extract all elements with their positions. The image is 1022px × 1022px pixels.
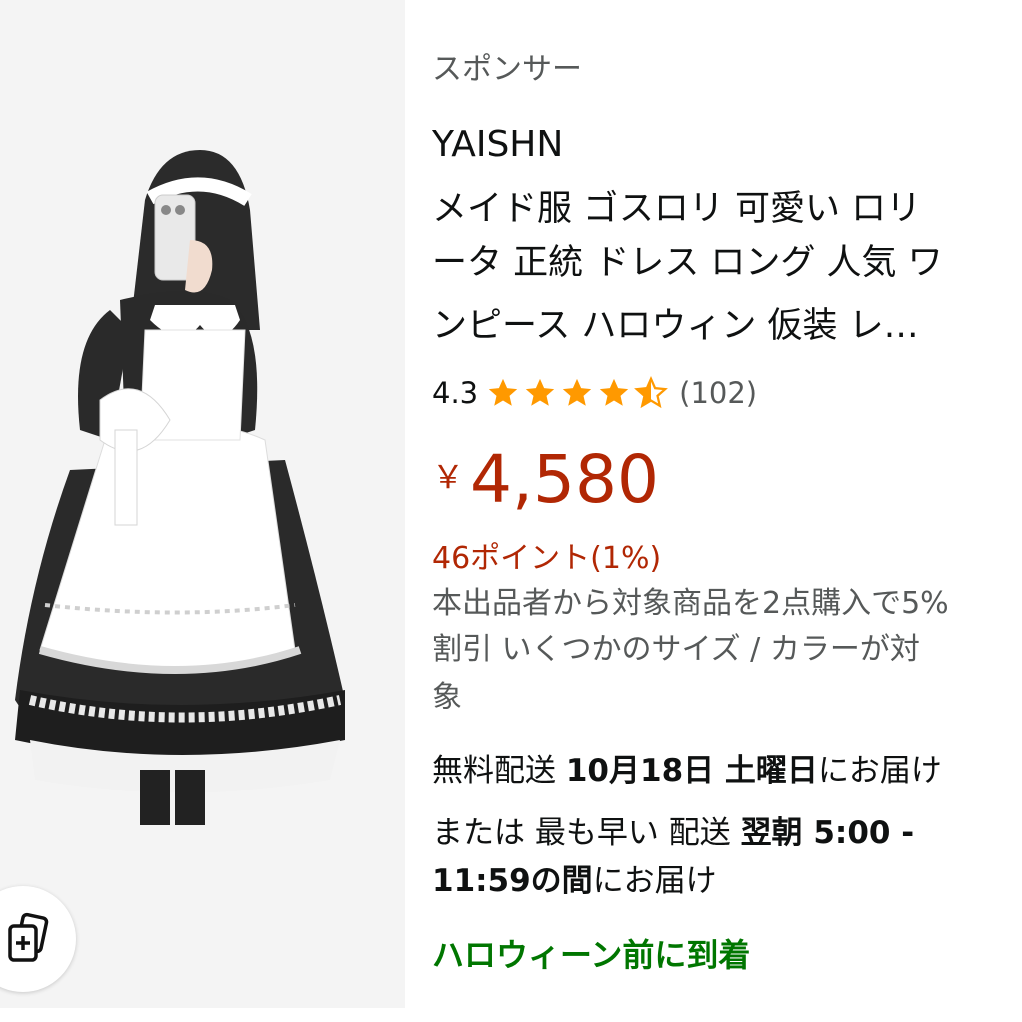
- delivery-line-1: 無料配送 10月18日 土曜日にお届け: [432, 748, 942, 794]
- review-count[interactable]: (102): [679, 376, 757, 410]
- product-title-line-3[interactable]: ンピース ハロウィン 仮装 レ…: [432, 305, 919, 347]
- price-currency: ￥: [432, 458, 465, 496]
- rating-row[interactable]: 4.3 (102): [432, 372, 757, 414]
- star-full-icon: [562, 378, 592, 406]
- star-half-icon: [634, 376, 669, 409]
- product-title-line-1[interactable]: メイド服 ゴスロリ 可愛い ロリ: [432, 188, 921, 230]
- product-title-line-2[interactable]: ータ 正統 ドレス ロング 人気 ワ: [432, 242, 943, 284]
- add-to-compare-icon: [8, 912, 49, 962]
- star-full-icon: [525, 378, 555, 406]
- delivery-line-2: または 最も早い 配送 翌朝 5:00 -: [432, 810, 914, 856]
- fastest-delivery-time: 翌朝 5:00 -: [740, 815, 915, 851]
- rating-value: 4.3: [432, 376, 479, 410]
- product-image[interactable]: [0, 0, 405, 1008]
- brand-name[interactable]: YAISHN: [432, 124, 563, 165]
- sponsored-label: スポンサー: [432, 52, 582, 87]
- fastest-delivery-prefix: または 最も早い 配送: [432, 815, 741, 851]
- promo-line-2[interactable]: 割引 いくつかのサイズ / カラーが対: [432, 628, 920, 672]
- price: ￥ 4,580: [432, 444, 659, 516]
- product-info[interactable]: スポンサー YAISHN メイド服 ゴスロリ 可愛い ロリ ータ 正統 ドレス …: [432, 0, 1022, 1022]
- promo-line-1[interactable]: 本出品者から対象商品を2点購入で5%: [432, 582, 949, 626]
- delivery-date: 10月18日 土曜日: [565, 753, 818, 789]
- star-full-icon: [488, 378, 518, 406]
- product-image-panel[interactable]: [0, 0, 405, 1008]
- fastest-delivery-window: 11:59の間: [432, 863, 593, 899]
- promo-line-3[interactable]: 象: [432, 676, 462, 720]
- fastest-delivery-suffix: にお届け: [592, 863, 717, 899]
- rating-stars: [486, 376, 671, 410]
- points-label: 46ポイント(1%): [432, 541, 662, 576]
- star-full-icon: [599, 378, 629, 406]
- delivery-suffix: にお届け: [817, 753, 942, 789]
- delivery-free-shipping: 無料配送: [432, 753, 566, 789]
- halloween-arrival-badge: ハロウィーン前に到着: [432, 936, 751, 974]
- price-amount: 4,580: [470, 441, 659, 518]
- delivery-line-3: 11:59の間にお届け: [432, 858, 717, 904]
